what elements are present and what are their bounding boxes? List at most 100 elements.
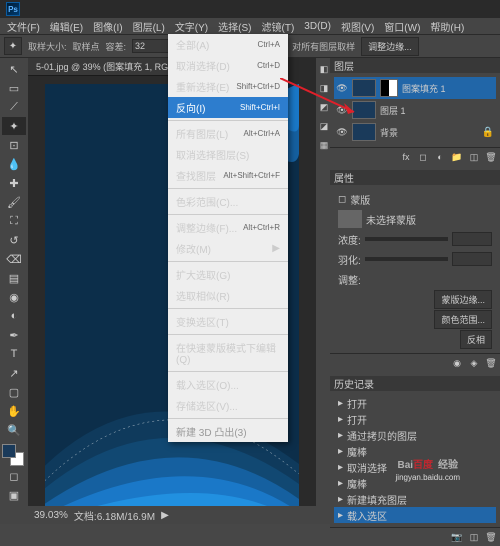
menu-2[interactable]: 图像(I) bbox=[88, 19, 127, 34]
panel-icon-3[interactable]: ◩ bbox=[318, 98, 330, 116]
eyedropper-tool[interactable]: 💧 bbox=[2, 155, 26, 173]
history-row[interactable]: ▸打开 bbox=[334, 395, 496, 411]
menu-3[interactable]: 图层(L) bbox=[128, 19, 170, 34]
dropdown-item[interactable]: 全部(A)Ctrl+A bbox=[168, 34, 288, 55]
color-swatches[interactable] bbox=[2, 444, 24, 466]
collapsed-panel-dock: ◧ ◨ ◩ ◪ ▦ bbox=[316, 58, 330, 524]
history-step-icon: ▸ bbox=[338, 510, 343, 521]
menu-10[interactable]: 帮助(H) bbox=[425, 19, 469, 34]
type-tool[interactable]: T bbox=[2, 345, 26, 363]
prop-icon-1[interactable]: ◉ bbox=[450, 356, 464, 370]
history-brush-tool[interactable]: ↺ bbox=[2, 231, 26, 249]
feather-input[interactable] bbox=[452, 252, 492, 266]
panel-icon-5[interactable]: ▦ bbox=[318, 136, 330, 154]
layer-row[interactable]: 👁背景🔒 bbox=[334, 121, 496, 143]
history-row[interactable]: ▸载入选区 bbox=[334, 507, 496, 523]
feather-slider[interactable] bbox=[365, 257, 448, 261]
trash-icon[interactable]: 🗑 bbox=[484, 150, 498, 164]
fx-icon[interactable]: fx bbox=[399, 150, 413, 164]
dropdown-item[interactable]: 查找图层Alt+Shift+Ctrl+F bbox=[168, 165, 288, 186]
quickmask-toggle[interactable]: ◻ bbox=[2, 467, 26, 485]
density-slider[interactable] bbox=[365, 237, 448, 241]
menu-0[interactable]: 文件(F) bbox=[2, 19, 45, 34]
dropdown-item[interactable]: 所有图层(L)Alt+Ctrl+A bbox=[168, 123, 288, 144]
history-tab[interactable]: 历史记录 bbox=[334, 376, 374, 391]
zoom-level[interactable]: 39.03% bbox=[34, 510, 68, 521]
menu-8[interactable]: 视图(V) bbox=[336, 19, 379, 34]
new-layer-icon[interactable]: ◫ bbox=[467, 150, 481, 164]
screenmode-toggle[interactable]: ▣ bbox=[2, 486, 26, 504]
healing-tool[interactable]: ✚ bbox=[2, 174, 26, 192]
dropdown-item[interactable]: 反向(I)Shift+Ctrl+I bbox=[168, 97, 288, 118]
tolerance-input[interactable] bbox=[132, 39, 172, 53]
dropdown-item[interactable]: 调整边缘(F)...Alt+Ctrl+R bbox=[168, 217, 288, 238]
mask-icon[interactable]: ◻ bbox=[416, 150, 430, 164]
move-tool[interactable]: ↖ bbox=[2, 60, 26, 78]
history-row[interactable]: ▸通过拷贝的图层 bbox=[334, 427, 496, 443]
brush-tool[interactable]: 🖌 bbox=[2, 193, 26, 211]
dropdown-item[interactable]: 变换选区(T) bbox=[168, 311, 288, 332]
fg-color-swatch[interactable] bbox=[2, 444, 16, 458]
pen-tool[interactable]: ✒ bbox=[2, 326, 26, 344]
folder-icon[interactable]: 📁 bbox=[450, 150, 464, 164]
ps-logo-icon: Ps bbox=[6, 2, 20, 16]
menu-9[interactable]: 窗口(W) bbox=[379, 19, 425, 34]
color-range-button[interactable]: 颜色范围... bbox=[434, 310, 492, 329]
menu-1[interactable]: 编辑(E) bbox=[45, 19, 88, 34]
prop-icon-2[interactable]: ◈ bbox=[467, 356, 481, 370]
feather-label: 羽化: bbox=[338, 252, 361, 267]
zoom-tool[interactable]: 🔍 bbox=[2, 421, 26, 439]
dropdown-item[interactable]: 在快速蒙版模式下编辑(Q) bbox=[168, 337, 288, 369]
active-tool-icon[interactable]: ✦ bbox=[4, 37, 22, 55]
visibility-icon[interactable]: 👁 bbox=[336, 83, 348, 94]
history-row[interactable]: ▸新建填充图层 bbox=[334, 491, 496, 507]
layer-row[interactable]: 👁图层 1 bbox=[334, 99, 496, 121]
panel-icon-2[interactable]: ◨ bbox=[318, 79, 330, 97]
visibility-icon[interactable]: 👁 bbox=[336, 105, 348, 116]
history-step-icon: ▸ bbox=[338, 478, 343, 489]
visibility-icon[interactable]: 👁 bbox=[336, 127, 348, 138]
prop-trash-icon[interactable]: 🗑 bbox=[484, 356, 498, 370]
dropdown-item[interactable]: 重新选择(E)Shift+Ctrl+D bbox=[168, 76, 288, 97]
dropdown-item[interactable]: 取消选择(D)Ctrl+D bbox=[168, 55, 288, 76]
menu-7[interactable]: 3D(D) bbox=[299, 21, 336, 32]
blur-tool[interactable]: ◉ bbox=[2, 288, 26, 306]
path-tool[interactable]: ↗ bbox=[2, 364, 26, 382]
history-step-label: 打开 bbox=[347, 412, 367, 427]
panel-icon-1[interactable]: ◧ bbox=[318, 60, 330, 78]
menu-4[interactable]: 文字(Y) bbox=[170, 19, 213, 34]
layer-row[interactable]: 👁图案填充 1 bbox=[334, 77, 496, 99]
marquee-tool[interactable]: ▭ bbox=[2, 79, 26, 97]
no-mask-label: 未选择蒙版 bbox=[366, 212, 416, 227]
eraser-tool[interactable]: ⌫ bbox=[2, 250, 26, 268]
gradient-tool[interactable]: ▤ bbox=[2, 269, 26, 287]
doc-size: 文档:6.18M/16.9M bbox=[74, 508, 155, 523]
dropdown-item[interactable]: 取消选择图层(S) bbox=[168, 144, 288, 165]
invert-button[interactable]: 反相 bbox=[460, 330, 492, 349]
dropdown-item[interactable]: 色彩范围(C)... bbox=[168, 191, 288, 212]
layers-tab[interactable]: 图层 bbox=[334, 58, 354, 73]
dropdown-item[interactable]: 选取相似(R) bbox=[168, 285, 288, 306]
shape-tool[interactable]: ▢ bbox=[2, 383, 26, 401]
adjustment-icon[interactable]: ◐ bbox=[433, 150, 447, 164]
dropdown-item[interactable]: 载入选区(O)... bbox=[168, 374, 288, 395]
refine-edge-button[interactable]: 调整边缘... bbox=[361, 37, 419, 56]
panel-icon-4[interactable]: ◪ bbox=[318, 117, 330, 135]
dropdown-item[interactable]: 修改(M)▶ bbox=[168, 238, 288, 259]
dropdown-item[interactable]: 扩大选取(G) bbox=[168, 264, 288, 285]
menu-5[interactable]: 选择(S) bbox=[213, 19, 256, 34]
magic-wand-tool[interactable]: ✦ bbox=[2, 117, 26, 135]
density-input[interactable] bbox=[452, 232, 492, 246]
sample-size-value[interactable]: 取样点 bbox=[73, 40, 100, 53]
dodge-tool[interactable]: ◐ bbox=[2, 307, 26, 325]
history-row[interactable]: ▸打开 bbox=[334, 411, 496, 427]
hand-tool[interactable]: ✋ bbox=[2, 402, 26, 420]
menu-6[interactable]: 滤镜(T) bbox=[257, 19, 300, 34]
mask-edge-button[interactable]: 蒙版边缘... bbox=[434, 290, 492, 309]
stamp-tool[interactable]: ⛶ bbox=[2, 212, 26, 230]
properties-tab[interactable]: 属性 bbox=[334, 170, 354, 185]
crop-tool[interactable]: ⊡ bbox=[2, 136, 26, 154]
chevron-right-icon[interactable]: ▶ bbox=[161, 510, 169, 521]
dropdown-item[interactable]: 存储选区(V)... bbox=[168, 395, 288, 416]
lasso-tool[interactable]: ⟋ bbox=[2, 98, 26, 116]
